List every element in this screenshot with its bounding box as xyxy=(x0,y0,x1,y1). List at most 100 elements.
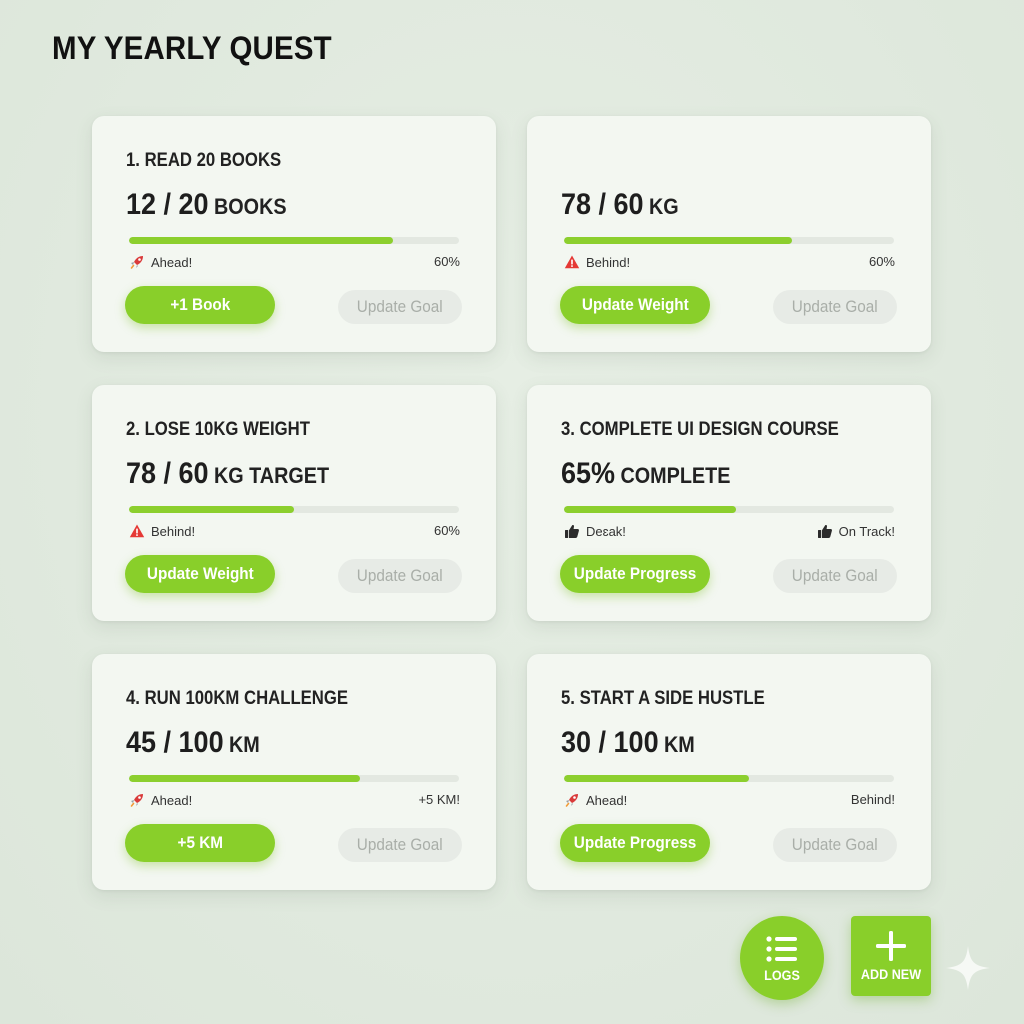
update-progress-label: +5 KM xyxy=(177,833,223,852)
progress-bar xyxy=(564,775,894,782)
goal-card: 2. LOSE 10KG WEIGHT 78 / 60 KG TARGET Behin… xyxy=(92,385,496,621)
status-secondary-text: Behind! xyxy=(850,792,895,807)
status-indicator: Behind! xyxy=(564,254,630,270)
goal-progress-number: 78 / 60 xyxy=(126,457,209,490)
progress-bar xyxy=(129,506,459,513)
status-secondary-text: 60% xyxy=(433,523,460,538)
update-progress-label: Update Weight xyxy=(146,564,254,583)
update-progress-label: Update Weight xyxy=(581,295,689,314)
goal-progress-unit: BOOKS xyxy=(213,194,287,219)
progress-bar-fill xyxy=(564,506,736,513)
goal-progress-unit: KM xyxy=(663,732,695,757)
add-new-label: ADD NEW xyxy=(860,966,922,982)
update-goal-button[interactable]: Update Goal xyxy=(338,290,462,324)
status-text: Ahead! xyxy=(586,792,628,808)
goal-title: 4. RUN 100KM CHALLENGE xyxy=(126,688,349,709)
progress-bar-fill xyxy=(129,506,294,513)
status-secondary: On Track! xyxy=(817,523,895,539)
plus-icon xyxy=(876,931,906,961)
warning-icon xyxy=(129,523,145,539)
rocket-icon xyxy=(129,792,145,808)
status-text: Deɛak! xyxy=(586,523,626,539)
page-title: MY YEARLY QUEST xyxy=(52,30,332,66)
status-secondary-text: On Track! xyxy=(838,523,895,539)
update-progress-label: +1 Book xyxy=(170,295,230,314)
goal-progress-number: 78 / 60 xyxy=(561,188,644,221)
progress-bar xyxy=(129,775,459,782)
update-progress-button[interactable]: Update Weight xyxy=(560,286,710,324)
status-secondary-text: 60% xyxy=(868,254,895,269)
goal-title: 1. READ 20 BOOKS xyxy=(126,150,282,171)
update-goal-button[interactable]: Update Goal xyxy=(773,828,897,862)
goal-title: 3. COMPLETE UI DESIGN COURSE xyxy=(561,419,839,440)
list-icon xyxy=(766,936,797,962)
warning-icon xyxy=(564,254,580,270)
goal-progress-unit: KM xyxy=(228,732,260,757)
status-indicator: Ahead! xyxy=(564,792,627,808)
update-progress-button[interactable]: +1 Book xyxy=(125,286,275,324)
rocket-icon xyxy=(564,792,580,808)
update-goal-button[interactable]: Update Goal xyxy=(773,290,897,324)
status-indicator: Deɛak! xyxy=(564,523,626,539)
update-progress-label: Update Progress xyxy=(573,833,697,852)
update-progress-button[interactable]: Update Weight xyxy=(125,555,275,593)
rocket-icon xyxy=(129,254,145,270)
progress-bar-fill xyxy=(129,775,360,782)
goal-card: 1. READ 20 BOOKS 12 / 20 BOOKS Ahead! 60% +1 … xyxy=(92,116,496,352)
status-secondary: +5 KM! xyxy=(418,792,460,807)
goal-card: 3. COMPLETE UI DESIGN COURSE 65% COMPLETE D… xyxy=(527,385,931,621)
status-secondary-text: 60% xyxy=(433,254,460,269)
thumbs-up-icon xyxy=(817,523,833,539)
progress-bar xyxy=(564,506,894,513)
logs-button[interactable]: LOGS xyxy=(740,916,824,1000)
goal-progress-number: 30 / 100 xyxy=(561,726,659,759)
progress-bar-fill xyxy=(129,237,393,244)
goal-card: 78 / 60 KG Behind! 60% Update Weight Update G… xyxy=(527,116,931,352)
status-secondary: 60% xyxy=(434,523,460,538)
update-progress-button[interactable]: Update Progress xyxy=(560,824,710,862)
goal-progress-unit: KG TARGET xyxy=(213,463,330,488)
update-goal-label: Update Goal xyxy=(357,835,443,854)
logs-label: LOGS xyxy=(764,967,800,983)
goal-title: 5. START A SIDE HUSTLE xyxy=(561,688,765,709)
thumbs-up-icon xyxy=(564,523,580,539)
progress-bar-fill xyxy=(564,775,749,782)
goal-card: 5. START A SIDE HUSTLE 30 / 100 KM Ahead! Be… xyxy=(527,654,931,890)
goal-progress-value: 78 / 60 KG TARGET xyxy=(126,457,329,491)
goal-progress-unit: KG xyxy=(648,194,679,219)
status-text: Behind! xyxy=(586,254,631,270)
status-text: Ahead! xyxy=(151,792,193,808)
add-new-button[interactable]: ADD NEW xyxy=(851,916,931,996)
progress-bar xyxy=(564,237,894,244)
status-indicator: Behind! xyxy=(129,523,195,539)
goal-progress-value: 45 / 100 KM xyxy=(126,726,260,760)
update-goal-label: Update Goal xyxy=(357,297,443,316)
goal-progress-value: 12 / 20 BOOKS xyxy=(126,188,287,222)
update-progress-label: Update Progress xyxy=(573,564,697,583)
status-text: Behind! xyxy=(151,523,196,539)
sparkle-icon xyxy=(946,946,990,990)
goal-progress-number: 12 / 20 xyxy=(126,188,209,221)
update-goal-button[interactable]: Update Goal xyxy=(338,828,462,862)
goal-progress-value: 65% COMPLETE xyxy=(561,457,730,491)
status-text: Ahead! xyxy=(151,254,193,270)
progress-bar xyxy=(129,237,459,244)
goal-progress-unit: COMPLETE xyxy=(620,463,731,488)
update-progress-button[interactable]: +5 KM xyxy=(125,824,275,862)
update-progress-button[interactable]: Update Progress xyxy=(560,555,710,593)
update-goal-label: Update Goal xyxy=(792,566,878,585)
status-indicator: Ahead! xyxy=(129,792,192,808)
status-secondary: 60% xyxy=(869,254,895,269)
goal-title: 2. LOSE 10KG WEIGHT xyxy=(126,419,310,440)
status-secondary: 60% xyxy=(434,254,460,269)
goal-progress-value: 78 / 60 KG xyxy=(561,188,679,222)
update-goal-label: Update Goal xyxy=(792,297,878,316)
update-goal-label: Update Goal xyxy=(792,835,878,854)
update-goal-button[interactable]: Update Goal xyxy=(773,559,897,593)
status-secondary: Behind! xyxy=(851,792,895,807)
status-secondary-text: +5 KM! xyxy=(418,792,460,807)
goal-card: 4. RUN 100KM CHALLENGE 45 / 100 KM Ahead! +5… xyxy=(92,654,496,890)
update-goal-button[interactable]: Update Goal xyxy=(338,559,462,593)
goal-progress-number: 65% xyxy=(561,457,616,490)
progress-bar-fill xyxy=(564,237,792,244)
